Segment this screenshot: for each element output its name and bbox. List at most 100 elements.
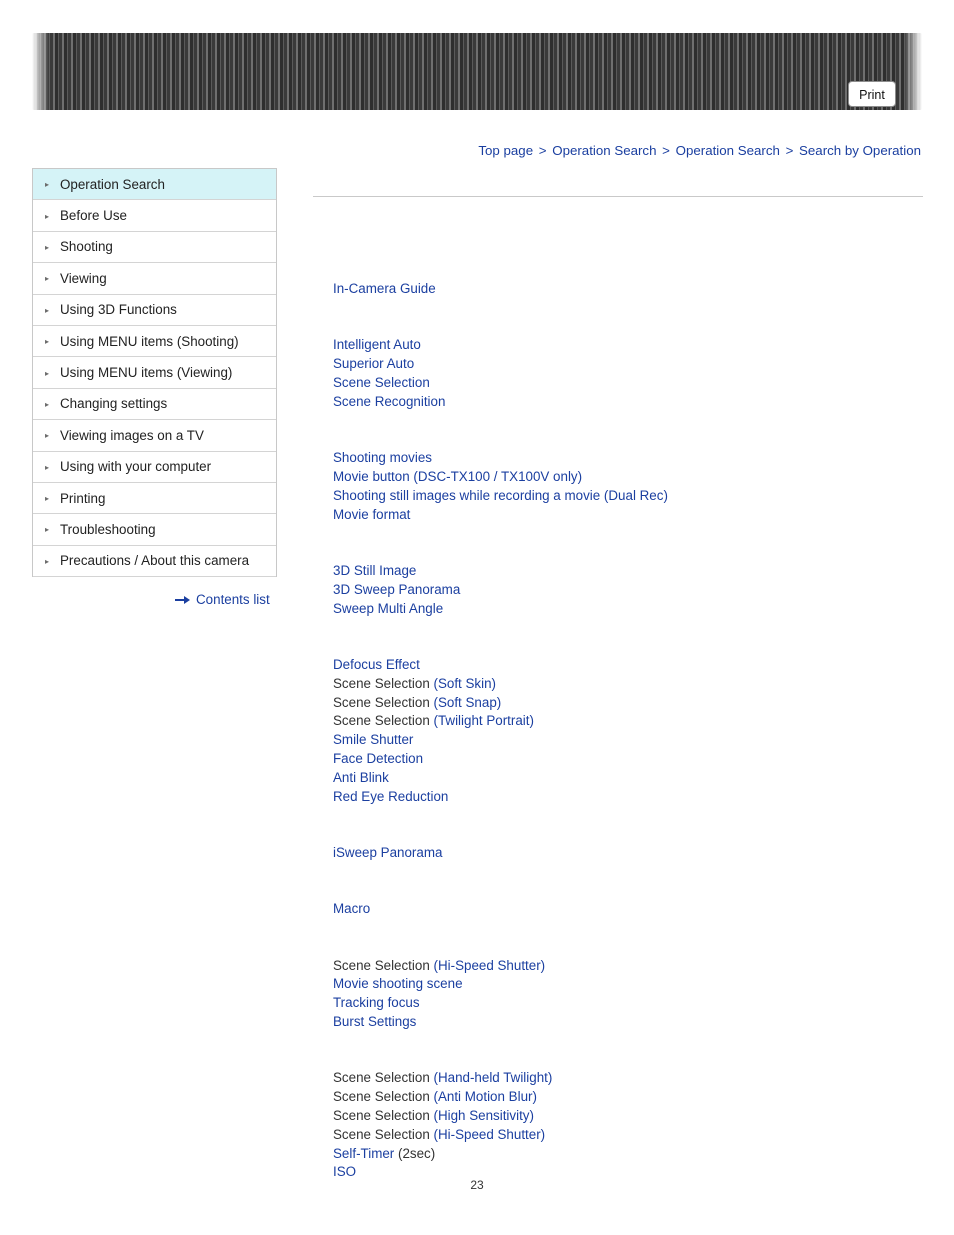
sidebar-item-using-menu-items-shooting[interactable]: ▸ Using MENU items (Shooting)	[33, 325, 276, 358]
content-text-suffix: (Soft Snap)	[433, 694, 502, 710]
divider	[313, 196, 923, 197]
link-group: 3D Still Image 3D Sweep Panorama Sweep Mul…	[333, 562, 933, 618]
content-link[interactable]: Movie shooting scene	[333, 975, 933, 994]
print-button[interactable]: Print	[848, 81, 896, 107]
content-link[interactable]: Intelligent Auto	[333, 336, 933, 355]
content-text-prefix: Self-Timer	[333, 1145, 398, 1161]
content-link[interactable]: Superior Auto	[333, 355, 933, 374]
sidebar-item-label: Troubleshooting	[60, 521, 156, 537]
content-text-suffix: (Hi-Speed Shutter)	[433, 1126, 546, 1142]
bullet-triangle-icon: ▸	[45, 368, 50, 378]
content-link[interactable]: Movie format	[333, 506, 933, 525]
link-group: Macro	[333, 900, 933, 919]
bullet-triangle-icon: ▸	[45, 211, 50, 221]
content-link[interactable]: Defocus Effect	[333, 656, 933, 675]
sidebar-item-shooting[interactable]: ▸ Shooting	[33, 231, 276, 264]
content-text-suffix: (Hand-held Twilight)	[433, 1070, 553, 1086]
breadcrumb-item-0[interactable]: Top page	[478, 143, 533, 158]
content-link[interactable]: Self-Timer (2sec)	[333, 1145, 933, 1164]
content-link[interactable]: Sweep Multi Angle	[333, 600, 933, 619]
content-link[interactable]: 3D Sweep Panorama	[333, 581, 933, 600]
breadcrumb-item-2[interactable]: Operation Search	[676, 143, 780, 158]
sidebar-item-label: Viewing	[60, 270, 107, 286]
bullet-triangle-icon: ▸	[45, 305, 50, 315]
sidebar-item-label: Operation Search	[60, 176, 165, 192]
sidebar-item-precautions-about-this-camera[interactable]: ▸ Precautions / About this camera	[33, 545, 276, 578]
content-link[interactable]: Tracking focus	[333, 994, 933, 1013]
sidebar-item-troubleshooting[interactable]: ▸ Troubleshooting	[33, 514, 276, 546]
link-group: Scene Selection (Hi-Speed Shutter) Movie …	[333, 957, 933, 1032]
content-text-suffix: (Anti Motion Blur)	[433, 1089, 537, 1105]
content-text: Scene Selection (Hi-Speed Shutter)	[333, 1126, 933, 1145]
content-text-suffix: (Hi-Speed Shutter)	[433, 957, 546, 973]
content-link[interactable]: Face Detection	[333, 750, 933, 769]
sidebar-item-changing-settings[interactable]: ▸ Changing settings	[33, 388, 276, 421]
decorative-banner: Print	[32, 33, 922, 110]
bullet-triangle-icon: ▸	[45, 274, 50, 284]
sidebar-item-label: Precautions / About this camera	[60, 553, 250, 569]
sidebar-item-label: Using 3D Functions	[60, 302, 177, 318]
banner-fade-left	[32, 33, 50, 110]
operation-search-list: In-Camera Guide Intelligent Auto Superior …	[333, 280, 933, 1182]
content-link[interactable]: Scene Selection	[333, 374, 933, 393]
bullet-triangle-icon: ▸	[45, 494, 50, 504]
content-text: Scene Selection (Twilight Portrait)	[333, 712, 933, 731]
content-text: Scene Selection (Soft Snap)	[333, 694, 933, 713]
content-text-suffix: (Twilight Portrait)	[433, 713, 534, 729]
contents-list-link[interactable]: Contents list	[175, 592, 270, 607]
content-link[interactable]: Anti Blink	[333, 769, 933, 788]
content-text-prefix: Scene Selection	[333, 1108, 434, 1124]
sidebar-item-label: Changing settings	[60, 396, 168, 412]
sidebar-item-label: Viewing images on a TV	[60, 427, 204, 443]
content-text-suffix: (Soft Skin)	[433, 675, 497, 691]
content-link[interactable]: iSweep Panorama	[333, 844, 933, 863]
content-link[interactable]: 3D Still Image	[333, 562, 933, 581]
sidebar-item-printing[interactable]: ▸ Printing	[33, 482, 276, 515]
breadcrumb-item-1[interactable]: Operation Search	[552, 143, 656, 158]
sidebar-item-before-use[interactable]: ▸ Before Use	[33, 200, 276, 232]
content-text-prefix: Scene Selection	[333, 1126, 434, 1142]
breadcrumb-item-3[interactable]: Search by Operation	[799, 143, 921, 158]
content-text-prefix: Scene Selection	[333, 1070, 434, 1086]
sidebar-item-using-menu-items-viewing[interactable]: ▸ Using MENU items (Viewing)	[33, 357, 276, 389]
sidebar-item-viewing-images-on-a-tv[interactable]: ▸ Viewing images on a TV	[33, 420, 276, 452]
content-link[interactable]: Movie button (DSC-TX100 / TX100V only)	[333, 468, 933, 487]
sidebar-item-label: Using MENU items (Viewing)	[60, 365, 233, 381]
content-link[interactable]: Macro	[333, 900, 933, 919]
content-link[interactable]: Burst Settings	[333, 1013, 933, 1032]
link-group: Intelligent Auto Superior Auto Scene Selec…	[333, 336, 933, 411]
arrow-right-icon	[175, 595, 191, 605]
banner-fade-right	[904, 33, 922, 110]
bullet-triangle-icon: ▸	[45, 399, 50, 409]
sidebar-item-viewing[interactable]: ▸ Viewing	[33, 263, 276, 295]
sidebar-item-label: Using MENU items (Shooting)	[60, 333, 239, 349]
sidebar-item-using-with-your-computer[interactable]: ▸ Using with your computer	[33, 451, 276, 483]
content-text-prefix: Scene Selection	[333, 957, 434, 973]
page-number: 23	[470, 1178, 484, 1192]
content-link[interactable]: Scene Recognition	[333, 393, 933, 412]
breadcrumb-separator: >	[781, 143, 798, 158]
breadcrumb-separator: >	[535, 143, 551, 158]
content-text-prefix: Scene Selection	[333, 694, 434, 710]
bullet-triangle-icon: ▸	[45, 337, 50, 347]
content-text-prefix: Scene Selection	[333, 675, 434, 691]
content-link[interactable]: In-Camera Guide	[333, 280, 933, 299]
content-link[interactable]: Shooting movies	[333, 449, 933, 468]
link-group: Shooting movies Movie button (DSC-TX100 /…	[333, 449, 933, 524]
link-group: In-Camera Guide	[333, 280, 933, 299]
sidebar-item-operation-search[interactable]: ▸ Operation Search	[33, 169, 276, 201]
content-text: Scene Selection (Soft Skin)	[333, 675, 933, 694]
link-group: Scene Selection (Hand-held Twilight) Scen…	[333, 1069, 933, 1182]
content-text-prefix: Scene Selection	[333, 713, 434, 729]
content-text-suffix: (High Sensitivity)	[433, 1108, 534, 1124]
content-link[interactable]: Red Eye Reduction	[333, 788, 933, 807]
content-link[interactable]: Smile Shutter	[333, 731, 933, 750]
content-link[interactable]: Shooting still images while recording a …	[333, 487, 933, 506]
content-text: Scene Selection (Hand-held Twilight)	[333, 1069, 933, 1088]
sidebar-item-using-3d-functions[interactable]: ▸ Using 3D Functions	[33, 294, 276, 326]
